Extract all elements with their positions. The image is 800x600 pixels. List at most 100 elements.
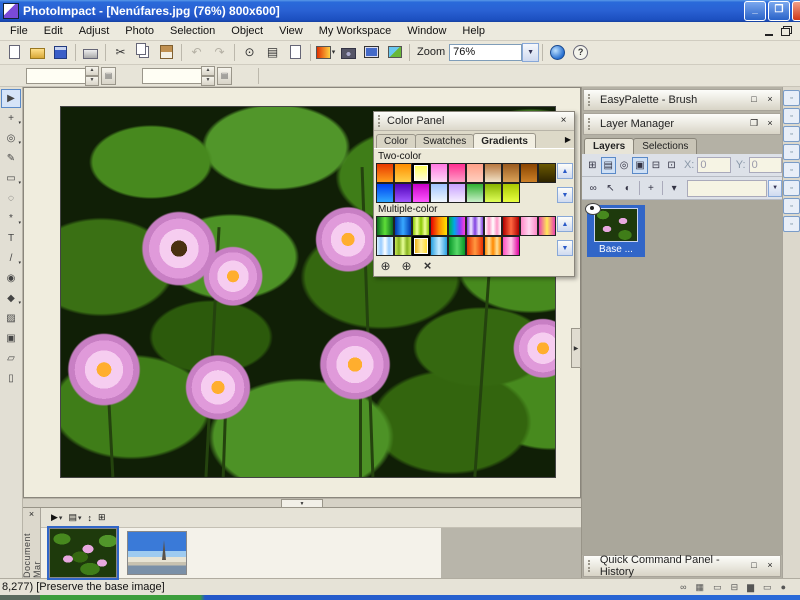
dropdown-arrow-icon[interactable]: ▾ (18, 120, 21, 126)
gradient-swatch[interactable] (376, 216, 394, 236)
image-optimizer-button[interactable] (383, 42, 406, 62)
gradient-swatch[interactable] (430, 163, 448, 183)
selection-tool[interactable]: ▭▾ (1, 169, 21, 188)
gradient-swatch[interactable] (448, 236, 466, 256)
transform-tool[interactable]: +▾ (1, 109, 21, 128)
zoom-input[interactable]: 76% (449, 44, 522, 61)
convert-icon[interactable]: ⊡ (664, 157, 679, 174)
gradient-swatch[interactable] (448, 183, 466, 203)
zoom-tool[interactable]: ◎▾ (1, 129, 21, 148)
tab-color[interactable]: Color (376, 134, 416, 148)
gradient-swatch[interactable] (502, 163, 520, 183)
fill-tool[interactable]: ▣ (1, 329, 21, 348)
gradient-swatch[interactable] (394, 163, 412, 183)
gradient-swatch[interactable] (448, 163, 466, 183)
menu-my-workspace[interactable]: My Workspace (311, 24, 400, 38)
redo-button[interactable]: ↷ (208, 42, 231, 62)
gradient-swatch[interactable] (484, 183, 502, 203)
gradient-swatch[interactable] (412, 216, 430, 236)
scroll-up-icon[interactable]: ▲ (557, 216, 573, 232)
gradient-swatch[interactable] (430, 216, 448, 236)
tab-gradients[interactable]: Gradients (473, 133, 536, 148)
attribute-field-1[interactable] (26, 68, 85, 84)
color-panel-titlebar[interactable]: Color Panel × (374, 112, 574, 131)
vertical-splitter-handle[interactable]: ▶ (571, 328, 581, 368)
album-button[interactable]: ▤ (261, 42, 284, 62)
restore-button[interactable]: ❐ (768, 1, 790, 21)
horizontal-splitter[interactable]: ▼ (23, 498, 581, 507)
pick-layer-icon[interactable]: ↖ (602, 180, 618, 197)
menu-view[interactable]: View (271, 24, 311, 38)
layers-view-icon[interactable]: ▤ (601, 157, 616, 174)
web-browser-button[interactable] (546, 42, 569, 62)
dropdown-arrow-icon[interactable]: ▾ (18, 220, 21, 226)
gradient-swatch[interactable] (376, 183, 394, 203)
easypalette-maximize-button[interactable]: □ (748, 94, 760, 106)
gradient-swatch[interactable] (502, 216, 520, 236)
gradient-swatch[interactable] (502, 236, 520, 256)
more-tabs-icon[interactable]: ▶ (565, 135, 571, 144)
scroll-up-icon[interactable]: ▲ (557, 163, 573, 179)
undo-button[interactable]: ↶ (185, 42, 208, 62)
document-manager-close-button[interactable]: × (29, 508, 34, 520)
gradient-swatch[interactable] (412, 236, 430, 256)
sort-button[interactable]: ↕ (85, 513, 94, 523)
mask-glasses-icon[interactable]: ∞ (585, 180, 601, 197)
mdi-restore-icon[interactable] (781, 28, 790, 36)
attribute-option-button-1[interactable]: ▤ (101, 67, 116, 85)
layer-manager-close-button[interactable]: × (764, 118, 776, 130)
palette-button-3[interactable]: ▫ (783, 126, 800, 142)
eraser-tool[interactable]: ▨ (1, 309, 21, 328)
palette-button-2[interactable]: ▫ (783, 108, 800, 124)
help-button[interactable]: ? (569, 42, 592, 62)
more-options-icon[interactable]: ▾ (666, 180, 682, 197)
gradient-swatch[interactable] (466, 236, 484, 256)
dropdown-arrow-icon[interactable]: ▾ (332, 48, 336, 56)
page-tool[interactable]: ▯ (1, 369, 21, 388)
gradient-swatch[interactable] (520, 163, 538, 183)
x-field[interactable]: 0 (697, 157, 730, 173)
gradient-swatch[interactable] (412, 183, 430, 203)
clone-tool[interactable]: ◉ (1, 269, 21, 288)
combo-dropdown-icon[interactable]: ▼ (768, 180, 782, 197)
menu-edit[interactable]: Edit (36, 24, 71, 38)
gradient-swatch[interactable] (502, 183, 520, 203)
palette-button-8[interactable]: ▫ (783, 216, 800, 232)
capture-button[interactable] (337, 42, 360, 62)
menu-adjust[interactable]: Adjust (71, 24, 118, 38)
panel-icon[interactable]: ▭ (763, 582, 772, 593)
menu-photo[interactable]: Photo (117, 24, 162, 38)
menu-help[interactable]: Help (454, 24, 493, 38)
grid-icon[interactable]: ▦ (696, 582, 705, 593)
tab-selections[interactable]: Selections (633, 138, 697, 154)
easypalette-close-button[interactable]: × (764, 94, 776, 106)
quick-command-maximize-button[interactable]: □ (748, 560, 760, 572)
y-field[interactable]: 0 (749, 157, 782, 173)
horizontal-splitter-handle[interactable]: ▼ (281, 499, 323, 508)
cut-button[interactable]: ✂ (109, 42, 132, 62)
gradient-swatch[interactable] (484, 236, 502, 256)
layer-item-base[interactable]: Base ... (587, 205, 645, 257)
screen-show-button[interactable] (360, 42, 383, 62)
palette-button-6[interactable]: ▫ (783, 180, 800, 196)
link-icon[interactable]: ∞ (680, 582, 686, 593)
spin-down-button[interactable]: ▼ (201, 76, 215, 86)
gradient-swatch[interactable] (430, 183, 448, 203)
dropdown-arrow-icon[interactable]: ▾ (59, 514, 63, 522)
scroll-down-icon[interactable]: ▼ (557, 187, 573, 203)
gradient-swatch[interactable] (484, 216, 502, 236)
info-icon[interactable]: ● (781, 582, 786, 593)
ruler-icon[interactable]: ⊟ (731, 582, 739, 593)
eyedropper-tool[interactable]: ✎ (1, 149, 21, 168)
gradient-fill-button[interactable]: ▾ (314, 42, 337, 62)
spin-up-button[interactable]: ▲ (201, 66, 215, 76)
gradient-swatch[interactable] (394, 183, 412, 203)
gradient-swatch[interactable] (538, 216, 556, 236)
menu-object[interactable]: Object (223, 24, 271, 38)
gradient-swatch[interactable] (538, 163, 556, 183)
gradient-swatch[interactable] (412, 163, 430, 183)
quick-command-titlebar[interactable]: Quick Command Panel - History □ × (583, 555, 781, 577)
palette-button-5[interactable]: ▫ (783, 162, 800, 178)
layer-combo[interactable] (687, 180, 767, 197)
histogram-icon[interactable]: ▆ (747, 582, 754, 593)
